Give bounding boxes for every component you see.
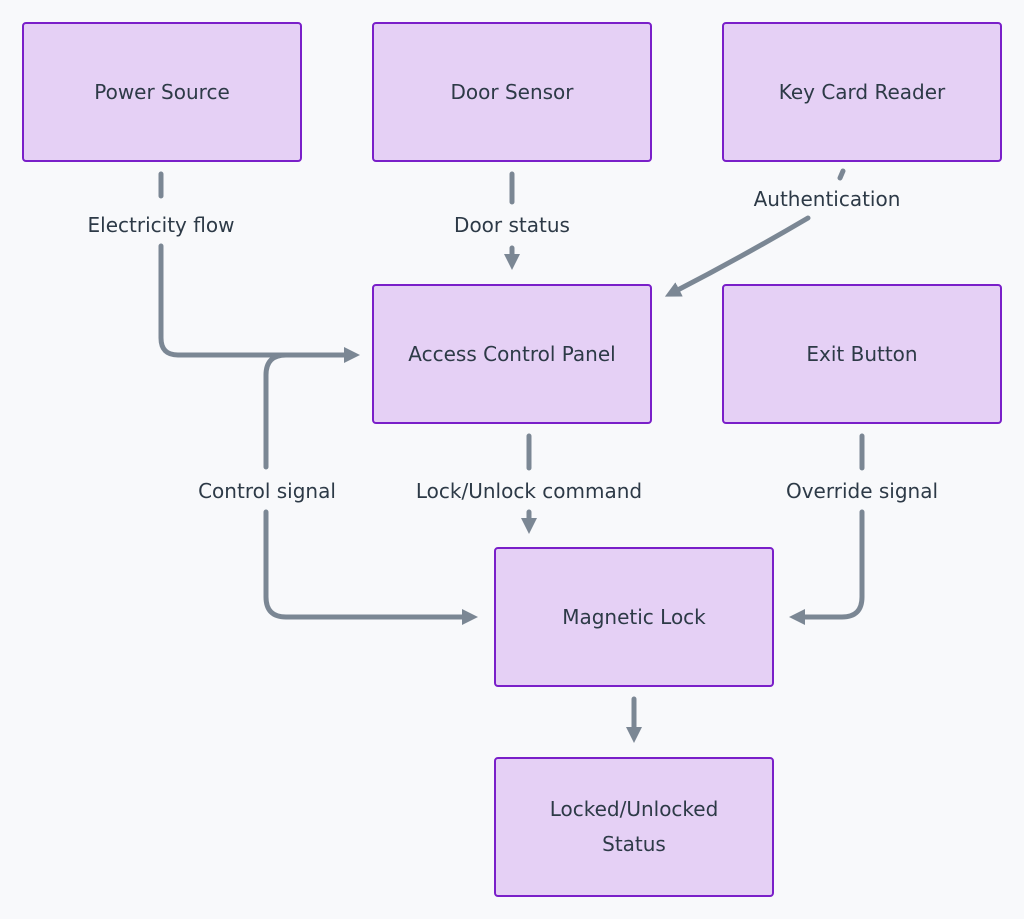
edge-override-signal [797,433,865,617]
node-magnetic-lock: Magnetic Lock [494,547,774,687]
node-power-source: Power Source [22,22,302,162]
label-electricity-flow: Electricity flow [85,213,237,237]
node-label: Power Source [94,79,230,104]
node-exit-button: Exit Button [722,284,1002,424]
node-key-card-reader: Key Card Reader [722,22,1002,162]
node-label-line2: Status [602,832,666,856]
node-label: Access Control Panel [408,341,616,366]
label-control-signal: Control signal [196,479,338,503]
node-locked-unlocked-status: Locked/Unlocked Status [494,757,774,897]
label-door-status: Door status [452,213,572,237]
label-lock-unlock-command: Lock/Unlock command [413,479,645,503]
label-override-signal: Override signal [783,479,941,503]
node-label: Door Sensor [450,79,574,104]
node-door-sensor: Door Sensor [372,22,652,162]
edge-electricity-flow [158,171,352,355]
node-label-line1: Locked/Unlocked [549,797,719,821]
node-label: Key Card Reader [778,79,946,104]
node-access-control-panel: Access Control Panel [372,284,652,424]
label-authentication: Authentication [751,187,903,211]
node-label: Magnetic Lock [562,604,706,629]
node-label: Exit Button [806,341,918,366]
